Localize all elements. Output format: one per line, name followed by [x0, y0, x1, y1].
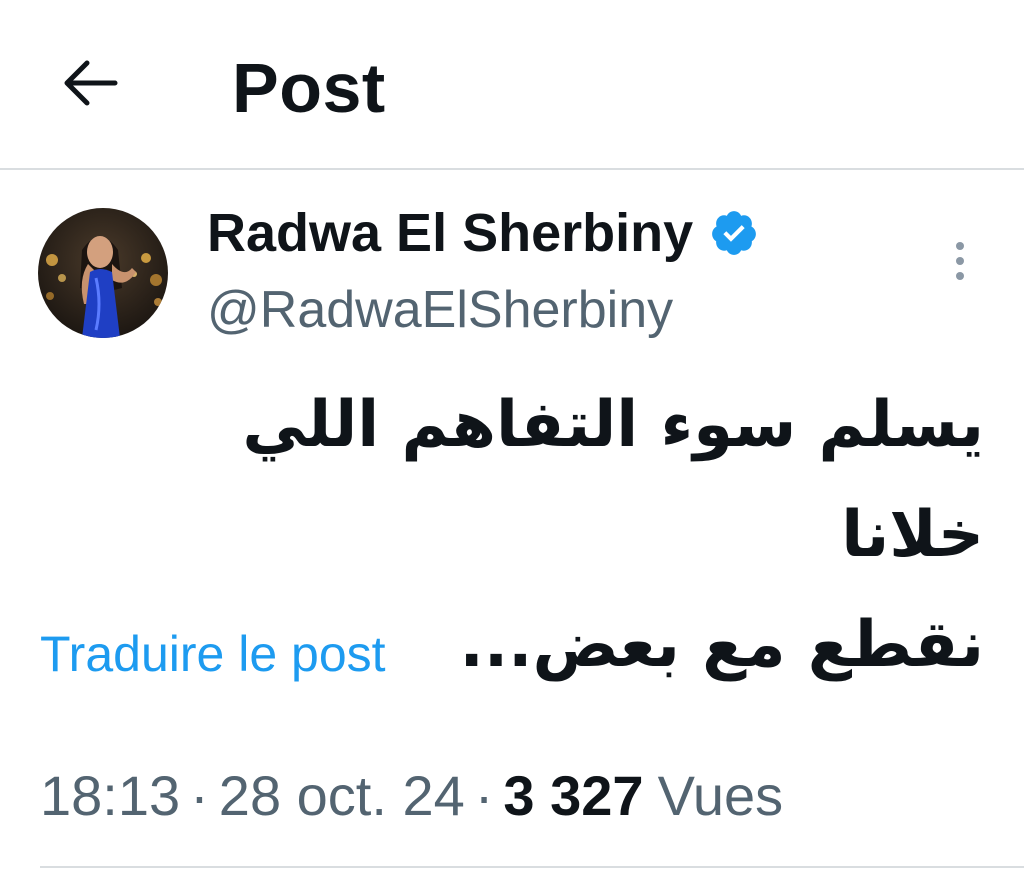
post-meta: 18:13 · 28 oct. 24 · 3 327 Vues [40, 760, 783, 830]
author-handle[interactable]: @RadwaElSherbiny [207, 278, 673, 342]
post-text-line: يسلم سوء التفاهم اللي خلانا [242, 388, 984, 572]
post-date[interactable]: 28 oct. 24 [219, 763, 465, 828]
page-title: Post [232, 49, 386, 127]
meta-separator: · [474, 763, 494, 827]
avatar-photo [38, 208, 168, 338]
more-vertical-icon [956, 242, 964, 280]
meta-separator: · [190, 763, 209, 827]
arrow-left-icon [64, 60, 118, 106]
more-options-button[interactable] [940, 236, 980, 286]
post-detail-page: Post Radwa El Sherbiny @RadwaElSherbiny … [0, 0, 1024, 873]
views-label: Vues [657, 763, 784, 827]
back-button[interactable] [56, 54, 122, 112]
views-count[interactable]: 3 327 [503, 763, 643, 828]
avatar[interactable] [38, 208, 168, 338]
author-name: Radwa El Sherbiny [207, 203, 694, 263]
translate-post-link[interactable]: Traduire le post [40, 624, 386, 684]
top-bar: Post [0, 0, 1024, 170]
author-name-row[interactable]: Radwa El Sherbiny [207, 200, 759, 266]
post-time[interactable]: 18:13 [40, 763, 180, 828]
meta-divider [40, 866, 1024, 868]
verified-badge-icon [712, 211, 757, 255]
header-divider [0, 168, 1024, 170]
